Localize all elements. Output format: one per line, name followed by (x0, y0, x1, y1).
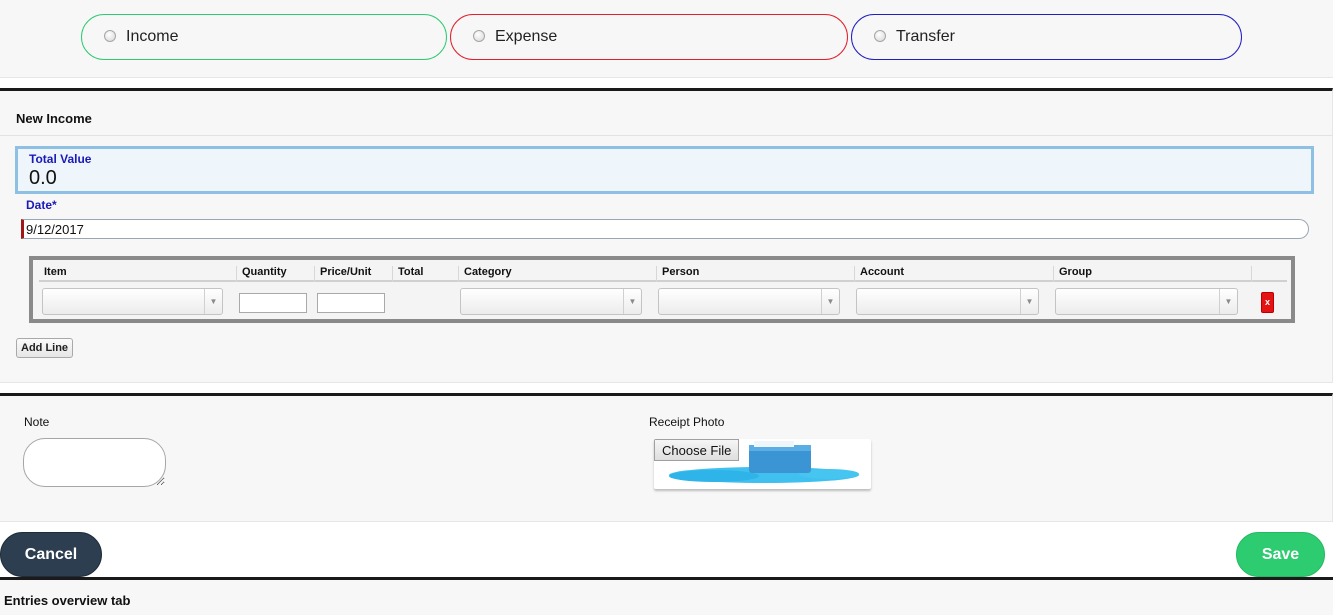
total-value: 0.0 (29, 167, 57, 189)
entry-type-selector: Income Expense Transfer (0, 0, 1333, 78)
income-radio[interactable] (104, 30, 116, 42)
column-header-item: Item (44, 266, 67, 278)
entries-overview-tab[interactable]: Entries overview tab (0, 577, 1333, 615)
column-header-quantity: Quantity (236, 266, 313, 282)
entry-type-income-label: Income (126, 28, 179, 45)
category-select[interactable]: ▼ (460, 288, 642, 315)
choose-file-button[interactable]: Choose File (654, 439, 740, 461)
quantity-input[interactable] (239, 293, 307, 313)
entry-type-expense[interactable]: Expense (450, 14, 848, 60)
group-select[interactable]: ▼ (1055, 288, 1238, 315)
line-items-table: Item Quantity Price/Unit Total Category … (29, 256, 1295, 323)
save-button[interactable]: Save (1236, 532, 1325, 577)
column-header-category: Category (458, 266, 655, 282)
chevron-down-icon: ▼ (1020, 289, 1038, 314)
delete-line-button[interactable]: x (1261, 292, 1274, 313)
line-item-row: ▼ ▼ ▼ ▼ ▼ x (39, 284, 1287, 319)
column-header-price-unit: Price/Unit (314, 266, 391, 282)
add-line-button[interactable]: Add Line (16, 338, 74, 358)
column-header-person: Person (656, 266, 853, 282)
column-header-group: Group (1053, 266, 1250, 282)
account-select[interactable]: ▼ (856, 288, 1039, 315)
column-header-actions (1251, 266, 1287, 282)
entry-type-income[interactable]: Income (81, 14, 447, 60)
chevron-down-icon: ▼ (623, 289, 641, 314)
total-value-box: Total Value 0.0 (15, 146, 1314, 194)
note-textarea[interactable] (23, 438, 166, 487)
chevron-down-icon: ▼ (204, 289, 222, 314)
column-header-account: Account (854, 266, 1051, 282)
note-label: Note (24, 415, 50, 429)
cancel-button[interactable]: Cancel (0, 532, 102, 577)
column-header-total: Total (392, 266, 457, 282)
entries-overview-label: Entries overview tab (4, 593, 131, 608)
chevron-down-icon: ▼ (1219, 289, 1237, 314)
entry-type-transfer[interactable]: Transfer (851, 14, 1242, 60)
chevron-down-icon: ▼ (821, 289, 839, 314)
transfer-radio[interactable] (874, 30, 886, 42)
new-income-panel: New Income Total Value 0.0 Date* Item Qu… (0, 88, 1333, 383)
entry-type-expense-label: Expense (495, 28, 558, 45)
expense-radio[interactable] (473, 30, 485, 42)
line-items-header: Item Quantity Price/Unit Total Category … (39, 260, 1287, 282)
person-select[interactable]: ▼ (658, 288, 840, 315)
receipt-photo-upload[interactable]: Choose File (654, 439, 871, 489)
item-select[interactable]: ▼ (42, 288, 223, 315)
receipt-photo-label: Receipt Photo (649, 415, 725, 429)
extras-panel: Note Receipt Photo Choose File (0, 393, 1333, 522)
entry-type-transfer-label: Transfer (896, 28, 955, 45)
date-input[interactable] (21, 219, 1309, 239)
date-label: Date* (26, 198, 57, 212)
total-value-label: Total Value (29, 152, 92, 166)
panel-title: New Income (16, 111, 92, 126)
price-unit-input[interactable] (317, 293, 385, 313)
divider (0, 135, 1333, 136)
